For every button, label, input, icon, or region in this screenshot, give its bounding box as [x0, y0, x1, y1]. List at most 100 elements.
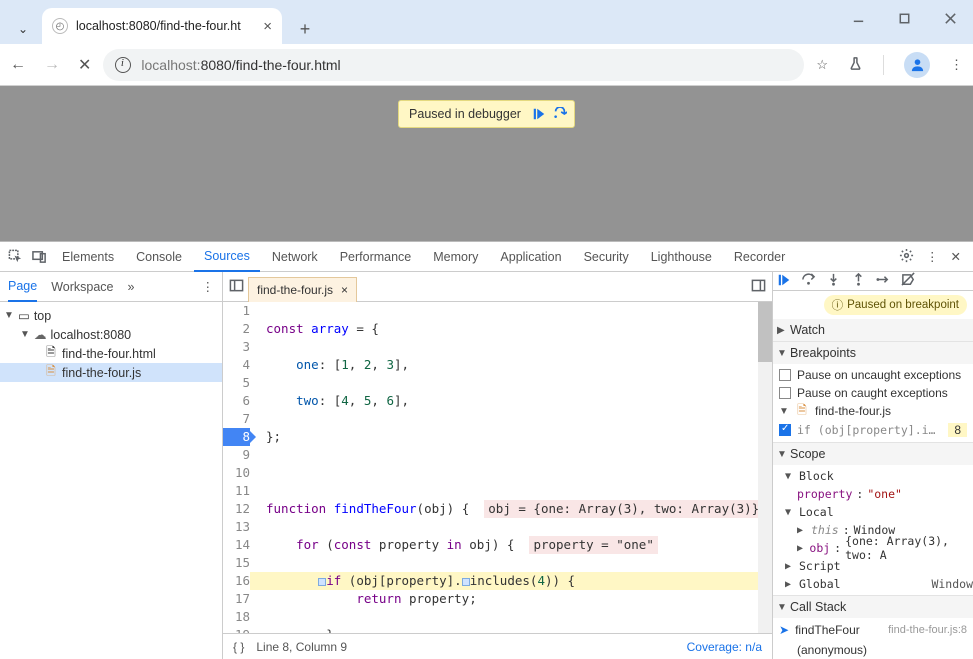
breakpoint-marker[interactable]: 8	[223, 428, 250, 446]
stop-button[interactable]: ✕	[78, 55, 91, 75]
execution-line: if (obj[property].includes(4)) {	[250, 572, 772, 590]
current-frame-icon: ➤	[779, 623, 789, 637]
pretty-print-icon[interactable]: { }	[233, 640, 244, 654]
tab-close-button[interactable]: ×	[263, 18, 272, 35]
nav-menu-icon[interactable]: ⋮	[202, 279, 215, 294]
back-button[interactable]: ←	[10, 56, 26, 74]
tab-performance[interactable]: Performance	[330, 242, 422, 272]
tab-console[interactable]: Console	[126, 242, 192, 272]
devtools: Elements Console Sources Network Perform…	[0, 241, 973, 659]
scrollbar-thumb[interactable]	[758, 302, 772, 362]
debugger-paused-overlay: Paused in debugger	[398, 100, 575, 128]
tab-memory[interactable]: Memory	[423, 242, 488, 272]
devtools-settings-icon[interactable]	[899, 248, 914, 266]
window-controls	[835, 0, 973, 36]
overlay-resume-button[interactable]	[529, 104, 549, 124]
page-viewport: Paused in debugger	[0, 86, 973, 241]
address-bar[interactable]: localhost:8080/find-the-four.html	[103, 49, 804, 81]
watch-section-header[interactable]: ▶Watch	[773, 319, 973, 341]
tree-file-html[interactable]: 🗎find-the-four.html	[0, 344, 222, 363]
tree-domain[interactable]: ▼☁localhost:8080	[0, 325, 222, 344]
profile-button[interactable]	[904, 52, 930, 78]
cloud-icon: ☁	[34, 327, 47, 342]
step-out-button[interactable]	[851, 272, 866, 290]
scrollbar[interactable]	[758, 302, 772, 633]
browser-tab[interactable]: ◴ localhost:8080/find-the-four.ht ×	[42, 8, 282, 44]
tab-title: localhost:8080/find-the-four.ht	[76, 19, 241, 33]
editor-tab[interactable]: find-the-four.js ×	[248, 277, 357, 302]
window-icon: ▭	[18, 308, 30, 323]
tab-network[interactable]: Network	[262, 242, 328, 272]
coverage-status[interactable]: Coverage: n/a	[687, 640, 762, 654]
editor-panel: find-the-four.js × 1234567 8 91011121314…	[223, 272, 773, 659]
scope-section-header[interactable]: ▼Scope	[773, 443, 973, 465]
inline-value: property = "one"	[529, 536, 657, 554]
callstack-section-header[interactable]: ▼Call Stack	[773, 596, 973, 618]
new-tab-button[interactable]: +	[290, 14, 320, 44]
breakpoints-section-header[interactable]: ▼Breakpoints	[773, 342, 973, 364]
tab-security[interactable]: Security	[574, 242, 639, 272]
tab-elements[interactable]: Elements	[52, 242, 124, 272]
toggle-navigator-icon[interactable]	[229, 278, 244, 296]
maximize-button[interactable]	[881, 0, 927, 36]
tab-lighthouse[interactable]: Lighthouse	[641, 242, 722, 272]
url-text: localhost:8080/find-the-four.html	[141, 57, 340, 73]
navigator-tabs: Page Workspace » ⋮	[0, 272, 222, 302]
tab-sources[interactable]: Sources	[194, 242, 260, 272]
overlay-step-button[interactable]	[550, 104, 570, 124]
separator	[883, 55, 884, 75]
resume-button[interactable]	[777, 273, 791, 290]
step-button[interactable]	[876, 272, 891, 290]
cursor-position: Line 8, Column 9	[256, 640, 347, 654]
paused-text: Paused in debugger	[409, 107, 521, 121]
nav-more-icon[interactable]: »	[128, 280, 135, 294]
nav-tab-page[interactable]: Page	[8, 272, 37, 302]
deactivate-breakpoints-button[interactable]	[901, 272, 916, 290]
close-window-button[interactable]	[927, 0, 973, 36]
breakpoint-entry[interactable]: if (obj[property].i… 8	[773, 420, 973, 440]
navigator-panel: Page Workspace » ⋮ ▼▭top ▼☁localhost:808…	[0, 272, 223, 659]
call-frame[interactable]: (anonymous)	[773, 640, 973, 659]
scope-global[interactable]: ▶GlobalWindow	[773, 575, 973, 593]
nav-tab-workspace[interactable]: Workspace	[51, 280, 113, 294]
devtools-close-icon[interactable]: ✕	[951, 249, 961, 264]
browser-toolbar: ← → ✕ localhost:8080/find-the-four.html …	[0, 44, 973, 86]
breakpoint-line-number: 8	[948, 423, 967, 437]
bookmark-icon[interactable]: ☆	[816, 57, 828, 73]
scope-local[interactable]: ▼Local	[773, 503, 973, 521]
breakpoint-file[interactable]: ▼🗎find-the-four.js	[773, 402, 973, 420]
call-frame[interactable]: ➤ findTheFour find-the-four.js:8	[773, 620, 973, 640]
device-toolbar-icon[interactable]	[28, 249, 50, 264]
step-over-button[interactable]	[801, 272, 816, 290]
tab-application[interactable]: Application	[490, 242, 571, 272]
scope-block[interactable]: ▼Block	[773, 467, 973, 485]
debugger-panel: ⓘ Paused on breakpoint ▶Watch ▼Breakpoin…	[773, 272, 973, 659]
scope-property: property: "one"	[773, 485, 973, 503]
tab-recorder[interactable]: Recorder	[724, 242, 795, 272]
editor-tab-title: find-the-four.js	[257, 283, 333, 297]
tree-top[interactable]: ▼▭top	[0, 306, 222, 325]
toggle-debugger-icon[interactable]	[751, 278, 766, 296]
scope-obj[interactable]: ▶obj: {one: Array(3), two: A	[773, 539, 973, 557]
forward-button: →	[44, 56, 60, 74]
pause-caught-checkbox[interactable]: Pause on caught exceptions	[773, 384, 973, 402]
site-info-icon[interactable]	[115, 57, 131, 73]
tab-search-button[interactable]: ⌄	[8, 14, 38, 44]
pause-uncaught-checkbox[interactable]: Pause on uncaught exceptions	[773, 366, 973, 384]
devtools-more-icon[interactable]: ⋮	[926, 249, 939, 264]
labs-icon[interactable]	[848, 56, 863, 74]
editor-tab-close-icon[interactable]: ×	[341, 283, 348, 297]
inspect-icon[interactable]	[4, 249, 26, 264]
tree-file-js[interactable]: 🗎find-the-four.js	[0, 363, 222, 382]
editor-tabs: find-the-four.js ×	[223, 272, 772, 302]
tab-strip: ⌄ ◴ localhost:8080/find-the-four.ht × +	[0, 0, 973, 44]
breakpoint-checkbox[interactable]	[779, 424, 791, 436]
step-into-button[interactable]	[826, 272, 841, 290]
minimize-button[interactable]	[835, 0, 881, 36]
editor-status-bar: { } Line 8, Column 9 Coverage: n/a	[223, 633, 772, 659]
file-icon: 🗎	[44, 362, 58, 383]
menu-button[interactable]: ⋮	[950, 57, 963, 73]
paused-reason-badge: ⓘ Paused on breakpoint	[824, 295, 967, 315]
code-area[interactable]: 1234567 8 91011121314151617181920 const …	[223, 302, 772, 633]
file-icon: 🗎	[44, 343, 58, 364]
